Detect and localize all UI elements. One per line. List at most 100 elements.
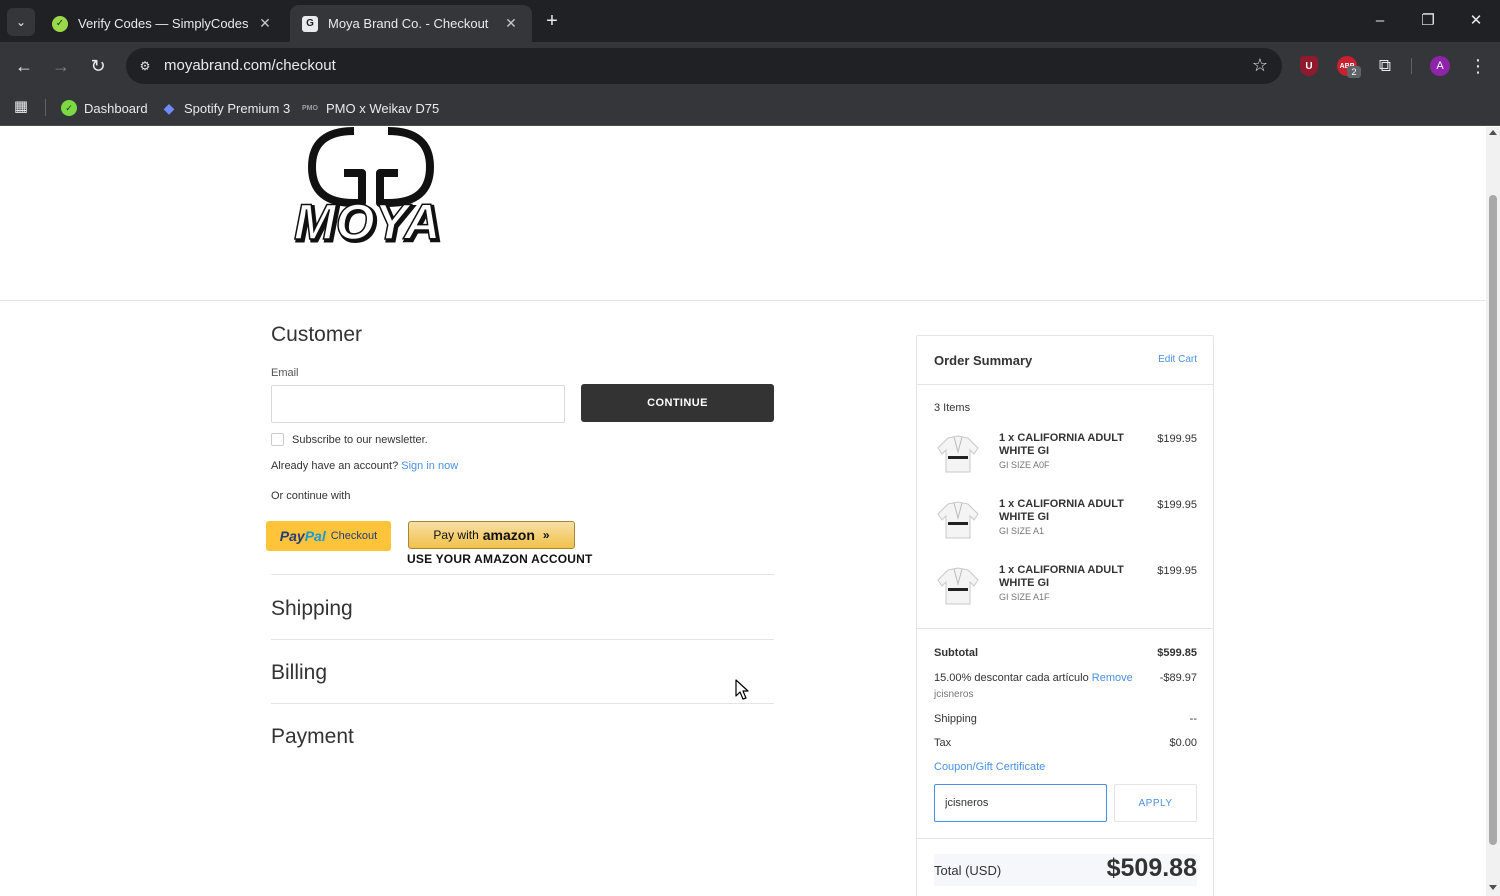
adblock-extension-icon[interactable]: ABP2	[1335, 54, 1361, 78]
section-divider	[271, 639, 774, 640]
bookmarks-bar: ▦ ✓ Dashboard ◆ Spotify Premium 3 PMO PM…	[0, 90, 1500, 126]
shipping-step-title: Shipping	[271, 597, 353, 620]
item-price: $199.95	[1157, 565, 1197, 577]
close-window-icon[interactable]: ✕	[1465, 10, 1487, 32]
newsletter-label: Subscribe to our newsletter.	[292, 433, 428, 446]
double-chevron-right-icon: »	[542, 528, 550, 542]
section-divider	[271, 574, 774, 575]
item-price: $199.95	[1157, 433, 1197, 445]
url-text[interactable]: moyabrand.com/checkout	[164, 57, 336, 74]
gi-product-thumbnail	[937, 501, 979, 539]
coupon-gift-certificate-link[interactable]: Coupon/Gift Certificate	[934, 761, 1045, 773]
profile-avatar[interactable]: A	[1430, 56, 1450, 76]
tab-search-chevron-down-icon[interactable]: ⌄	[7, 8, 35, 36]
paypal-checkout-button[interactable]: PayPal Checkout	[266, 521, 391, 551]
subtotal-value: $599.85	[1157, 647, 1197, 659]
sign-in-prompt: Already have an account? Sign in now	[271, 460, 458, 472]
item-size: GI SIZE A0F	[999, 460, 1050, 470]
tax-value: $0.00	[1169, 737, 1197, 749]
amazon-logo: amazon	[482, 527, 535, 543]
scrollbar-thumb[interactable]	[1489, 195, 1497, 845]
order-summary-panel: Order Summary Edit Cart 3 Items 1 x CALI…	[916, 335, 1214, 896]
customer-section-title: Customer	[271, 323, 363, 346]
continue-button[interactable]: CONTINUE	[581, 384, 774, 422]
edit-cart-link[interactable]: Edit Cart	[1158, 354, 1197, 365]
site-info-icon[interactable]: ⚙	[136, 57, 154, 75]
summary-divider	[917, 838, 1213, 839]
simplycodes-favicon-icon: ✓	[52, 15, 68, 32]
email-field[interactable]	[271, 385, 565, 423]
apply-coupon-button[interactable]: APPLY	[1114, 784, 1197, 822]
item-name: 1 x CALIFORNIA ADULT WHITE GI	[999, 564, 1124, 589]
amazon-pay-with-text: Pay with	[433, 528, 479, 542]
item-size: GI SIZE A1F	[999, 592, 1050, 602]
moya-favicon-icon: G	[302, 15, 318, 32]
remove-discount-link[interactable]: Remove	[1092, 672, 1133, 684]
payment-step-title: Payment	[271, 725, 354, 748]
browser-menu-icon[interactable]: ⋮	[1468, 54, 1488, 78]
bookmark-spotify-premium[interactable]: ◆ Spotify Premium 3	[161, 96, 291, 120]
newsletter-checkbox[interactable]	[271, 433, 284, 446]
cart-item: 1 x CALIFORNIA ADULT WHITE GI GI SIZE A0…	[934, 432, 1197, 492]
forward-arrow-icon[interactable]: →	[49, 54, 73, 78]
applied-coupon-code: jcisneros	[934, 689, 974, 700]
pmo-favicon-icon: PMO	[302, 104, 318, 112]
item-name: 1 x CALIFORNIA ADULT WHITE GI	[999, 498, 1124, 523]
browser-tab-moya-checkout[interactable]: G Moya Brand Co. - Checkout ✕	[290, 5, 532, 42]
amazon-pay-button[interactable]: Pay with amazon »	[408, 521, 575, 549]
bookmark-dashboard[interactable]: ✓ Dashboard	[61, 96, 148, 120]
bookmark-label: Dashboard	[84, 100, 148, 116]
new-tab-plus-icon[interactable]: +	[541, 10, 563, 32]
bookmark-star-icon[interactable]: ☆	[1252, 55, 1268, 76]
reload-icon[interactable]: ↻	[86, 54, 110, 78]
toolbar-divider	[1411, 58, 1412, 74]
paypal-logo-pay: Pay	[279, 528, 305, 544]
total-value: $509.88	[1106, 854, 1197, 882]
bookmark-label: Spotify Premium 3	[184, 100, 291, 116]
page-scrollbar[interactable]	[1486, 127, 1500, 896]
section-divider	[271, 703, 774, 704]
summary-divider	[917, 628, 1213, 629]
site-header: MOYA MOYA	[0, 127, 1486, 301]
gi-product-thumbnail	[937, 435, 979, 473]
ublock-extension-icon[interactable]: U	[1297, 54, 1321, 78]
scroll-up-arrow-icon[interactable]	[1489, 130, 1497, 135]
back-arrow-icon[interactable]: ←	[12, 54, 36, 78]
address-bar[interactable]: ⚙ moyabrand.com/checkout ☆	[126, 48, 1282, 84]
bookmark-favicon-icon: ◆	[163, 99, 175, 116]
moya-logo[interactable]: MOYA MOYA	[292, 127, 450, 249]
extensions-puzzle-icon[interactable]: ⧉	[1373, 54, 1397, 78]
items-count: 3 Items	[934, 402, 971, 414]
bookmark-pmo-weikav[interactable]: PMO PMO x Weikav D75	[301, 96, 439, 120]
subtotal-label: Subtotal	[934, 647, 978, 659]
minimize-icon[interactable]: –	[1369, 10, 1391, 32]
order-total-row: Total (USD) $509.88	[934, 854, 1197, 886]
mouse-cursor-icon	[735, 679, 749, 700]
apps-grid-icon[interactable]: ▦	[12, 98, 30, 116]
browser-tab-simplycodes[interactable]: ✓ Verify Codes — SimplyCodes ✕	[40, 5, 286, 42]
page-viewport: MOYA MOYA Customer Email CONTINUE Subscr…	[0, 127, 1486, 896]
paypal-logo: PayPal	[280, 528, 326, 544]
discount-label: 15.00% descontar cada artículo	[934, 672, 1089, 684]
shipping-label: Shipping	[934, 713, 977, 725]
email-label: Email	[271, 367, 299, 379]
billing-step-title: Billing	[271, 661, 328, 684]
item-name: 1 x CALIFORNIA ADULT WHITE GI	[999, 432, 1124, 457]
tab-close-icon[interactable]: ✕	[502, 15, 520, 32]
cart-item: 1 x CALIFORNIA ADULT WHITE GI GI SIZE A1…	[934, 498, 1197, 558]
browser-toolbar: ← → ↻ ⚙ moyabrand.com/checkout ☆ U ABP2 …	[0, 42, 1500, 90]
or-continue-text: Or continue with	[271, 490, 351, 502]
newsletter-checkbox-row[interactable]: Subscribe to our newsletter.	[271, 433, 428, 446]
discount-value: -$89.97	[1159, 672, 1197, 684]
tab-close-icon[interactable]: ✕	[256, 15, 274, 32]
scroll-down-arrow-icon[interactable]	[1489, 885, 1497, 890]
dashboard-favicon-icon: ✓	[61, 100, 77, 116]
sign-in-link[interactable]: Sign in now	[401, 460, 458, 472]
amazon-account-caption: USE YOUR AMAZON ACCOUNT	[407, 552, 593, 566]
coupon-code-input[interactable]	[934, 784, 1107, 822]
restore-window-icon[interactable]: ❐	[1417, 10, 1439, 32]
browser-tab-strip: ⌄ ✓ Verify Codes — SimplyCodes ✕ G Moya …	[0, 0, 1500, 42]
paypal-logo-pal: Pal	[304, 528, 326, 544]
order-summary-title: Order Summary	[934, 353, 1033, 368]
summary-divider	[917, 384, 1213, 385]
